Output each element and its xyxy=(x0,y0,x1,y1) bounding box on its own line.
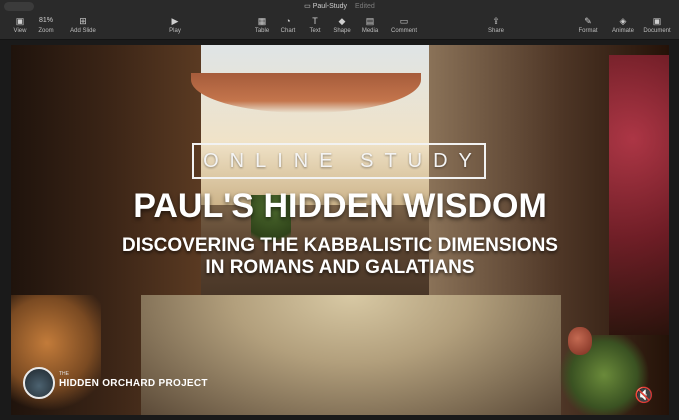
logo-prefix: THE xyxy=(59,371,69,377)
speaker-muted-icon: 🔇 xyxy=(634,387,654,404)
logo-emblem-icon xyxy=(23,367,55,399)
subtitle-line-2: IN ROMANS AND GALATIANS xyxy=(205,257,475,278)
document-name: Paul-Study xyxy=(312,3,347,10)
slide-text-group: ONLINE STUDY PAUL'S HIDDEN WISDOM DISCOV… xyxy=(11,45,669,415)
format-icon: ✎ xyxy=(584,16,592,26)
play-label: Play xyxy=(169,28,181,34)
hidden-orchard-logo[interactable]: THE HIDDEN ORCHARD PROJECT xyxy=(23,367,208,401)
edit-status: Edited xyxy=(354,3,375,10)
play-button[interactable]: ▶ Play xyxy=(155,15,195,36)
comment-button[interactable]: ▭ Comment xyxy=(384,15,424,36)
format-button[interactable]: ✎ Format xyxy=(568,15,608,36)
document-icon: ▭ xyxy=(304,3,311,10)
document-button[interactable]: ▣ Document xyxy=(637,15,677,36)
document-panel-icon: ▣ xyxy=(652,16,662,26)
add-slide-label: Add Slide xyxy=(70,28,96,34)
logo-name: HIDDEN ORCHARD PROJECT xyxy=(59,378,208,389)
plus-square-icon: ⊞ xyxy=(79,16,87,26)
toolbar: ▣ View 81% Zoom ⊞ Add Slide ▶ Play ▦ Tab… xyxy=(0,14,679,40)
mute-button[interactable]: 🔇 xyxy=(631,385,657,407)
subtitle-line-1: DISCOVERING THE KABBALISTIC DIMENSIONS xyxy=(122,235,558,256)
slide-canvas: ONLINE STUDY PAUL'S HIDDEN WISDOM DISCOV… xyxy=(0,40,679,420)
zoom-value: 81% xyxy=(38,17,53,24)
zoom-label: Zoom xyxy=(38,28,54,34)
add-slide-button[interactable]: ⊞ Add Slide xyxy=(63,15,103,36)
comment-label: Comment xyxy=(390,28,417,34)
document-label: Document xyxy=(643,28,671,34)
play-icon: ▶ xyxy=(171,16,179,26)
window-titlebar: ▭ Paul-Study Edited xyxy=(0,0,679,14)
slide-title[interactable]: PAUL'S HIDDEN WISDOM xyxy=(11,187,669,226)
share-icon: ⇪ xyxy=(492,16,500,26)
share-button[interactable]: ⇪ Share xyxy=(476,15,516,36)
online-study-badge[interactable]: ONLINE STUDY xyxy=(192,143,486,179)
document-title: ▭ Paul-Study Edited xyxy=(0,2,679,10)
slide-subtitle[interactable]: DISCOVERING THE KABBALISTIC DIMENSIONS I… xyxy=(11,235,669,279)
zoom-select[interactable]: 81% Zoom xyxy=(26,15,66,36)
format-label: Format xyxy=(578,28,598,34)
comment-icon: ▭ xyxy=(399,16,409,26)
slide[interactable]: ONLINE STUDY PAUL'S HIDDEN WISDOM DISCOV… xyxy=(11,45,669,415)
share-label: Share xyxy=(487,28,504,34)
